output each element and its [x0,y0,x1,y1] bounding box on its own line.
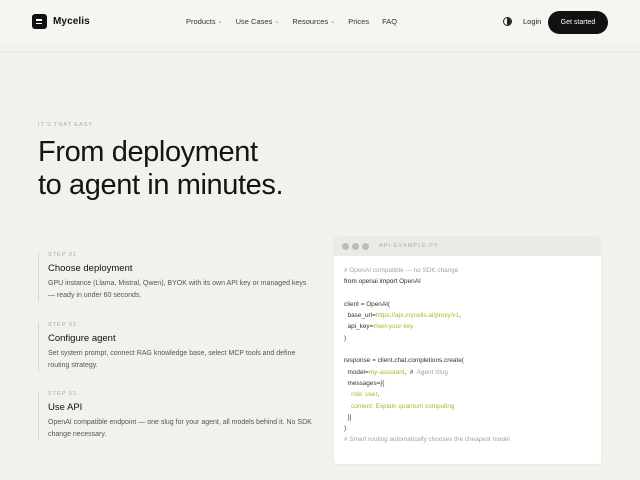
menu-faq[interactable]: FAQ [382,17,397,26]
code-token: }] [344,413,352,421]
login-link[interactable]: Login [523,17,541,26]
menu-label: Prices [348,17,370,26]
code-line: }] [344,412,591,423]
code-token: base_url= [344,312,376,320]
step-1: STEP 01 Choose deployment GPU instance (… [38,252,313,302]
window-dot-icon [342,242,349,250]
code-token: my-assistant [368,368,405,376]
window-dot-icon [352,242,359,250]
section-eyebrow: IT'S THAT EASY [38,122,94,128]
step-title: Choose deployment [48,263,133,274]
step-title: Configure agent [48,333,116,344]
step-description: GPU instance (Llama, Mistral, Qwen), BYO… [48,280,307,299]
step-description: Set system prompt, connect RAG knowledge… [48,350,296,369]
chevron-down-icon: ⌄ [330,19,336,25]
step-3: STEP 03 Use API OpenAI compatible endpoi… [38,391,313,441]
main-menu: Products ⌄ Use Cases ⌄ Resources ⌄ Prices F… [186,17,397,26]
code-token: , [377,391,380,399]
theme-toggle-icon[interactable] [503,17,512,26]
menu-use-cases[interactable]: Use Cases ⌄ [236,17,280,26]
code-line: model=my-assistant, # Agent Slug [344,367,591,378]
code-token: import [379,278,398,286]
code-token: , [459,312,462,320]
page-title: From deployment to agent in minutes. [38,136,284,202]
step-title: Use API [48,402,83,413]
code-token: OpenAI [397,278,421,286]
code-token: https://api.mycelis.ai/proxy/v1 [375,312,460,320]
code-line: messages=[{ [344,378,591,389]
menu-label: Products [186,17,216,26]
code-token: # OpenAI compatible — no SDK change [344,267,459,274]
code-token: ) [344,425,347,433]
logo-icon [32,14,47,29]
title-line-1: From deployment [38,136,258,168]
code-body[interactable]: # OpenAI compatible — no SDK change from … [334,256,601,455]
code-line: # Smart routing automatically chooses th… [344,434,591,445]
code-line: api_key=mwn-your-key [344,321,591,332]
code-token: api_key= [344,323,374,331]
menu-products[interactable]: Products ⌄ [186,17,223,26]
code-line: content: Explain quantum computing [344,401,591,412]
menu-prices[interactable]: Prices [348,17,369,26]
code-token: from [344,278,357,286]
top-navigation: Mycelis Products ⌄ Use Cases ⌄ Resources ⌄ … [0,0,640,44]
brand-name: Mycelis [53,16,90,27]
title-line-2: to agent in minutes. [38,169,284,201]
code-line: ) [344,333,591,344]
menu-resources[interactable]: Resources ⌄ [292,17,335,26]
code-token: content: Explain quantum computing [344,402,455,410]
code-token: openai [356,278,380,286]
nav-divider [0,52,640,53]
code-token: mwn-your-key [373,323,414,331]
step-number: STEP 02 [48,322,77,328]
code-line: response = client.chat.completions.creat… [344,355,591,366]
menu-label: Use Cases [235,17,273,26]
code-line: ) [344,423,591,434]
code-line: from openai import OpenAI [344,276,591,287]
code-line: base_url=https://api.mycelis.ai/proxy/v1… [344,310,591,321]
code-token: model= [344,368,369,376]
code-filename: API-EXAMPLE.PY [379,243,439,249]
window-dot-icon [362,242,369,250]
chevron-down-icon: ⌄ [217,19,223,25]
code-line: role: user, [344,389,591,400]
brand[interactable]: Mycelis [32,14,90,29]
step-description: OpenAI compatible endpoint — one slug fo… [48,419,312,438]
step-2: STEP 02 Configure agent Set system promp… [38,322,313,372]
code-token: ) [344,334,347,342]
code-panel-header: API-EXAMPLE.PY [334,236,601,256]
step-number: STEP 03 [48,391,77,397]
code-token: response = client.chat.completions.creat… [344,357,464,365]
code-token: messages=[{ [344,379,385,387]
code-token: Agent Slug [413,368,448,376]
code-token: role: user [344,391,378,399]
code-line: # OpenAI compatible — no SDK change [344,265,591,276]
chevron-down-icon: ⌄ [274,19,280,25]
menu-label: Resources [292,17,329,26]
code-line: client = OpenAI( [344,299,591,310]
code-token: # Smart routing automatically chooses th… [344,436,510,444]
menu-label: FAQ [382,17,398,26]
code-example-panel: API-EXAMPLE.PY # OpenAI compatible — no … [334,236,601,464]
step-number: STEP 01 [48,252,77,258]
get-started-button[interactable]: Get started [548,11,608,34]
code-token: client = OpenAI( [344,300,391,308]
